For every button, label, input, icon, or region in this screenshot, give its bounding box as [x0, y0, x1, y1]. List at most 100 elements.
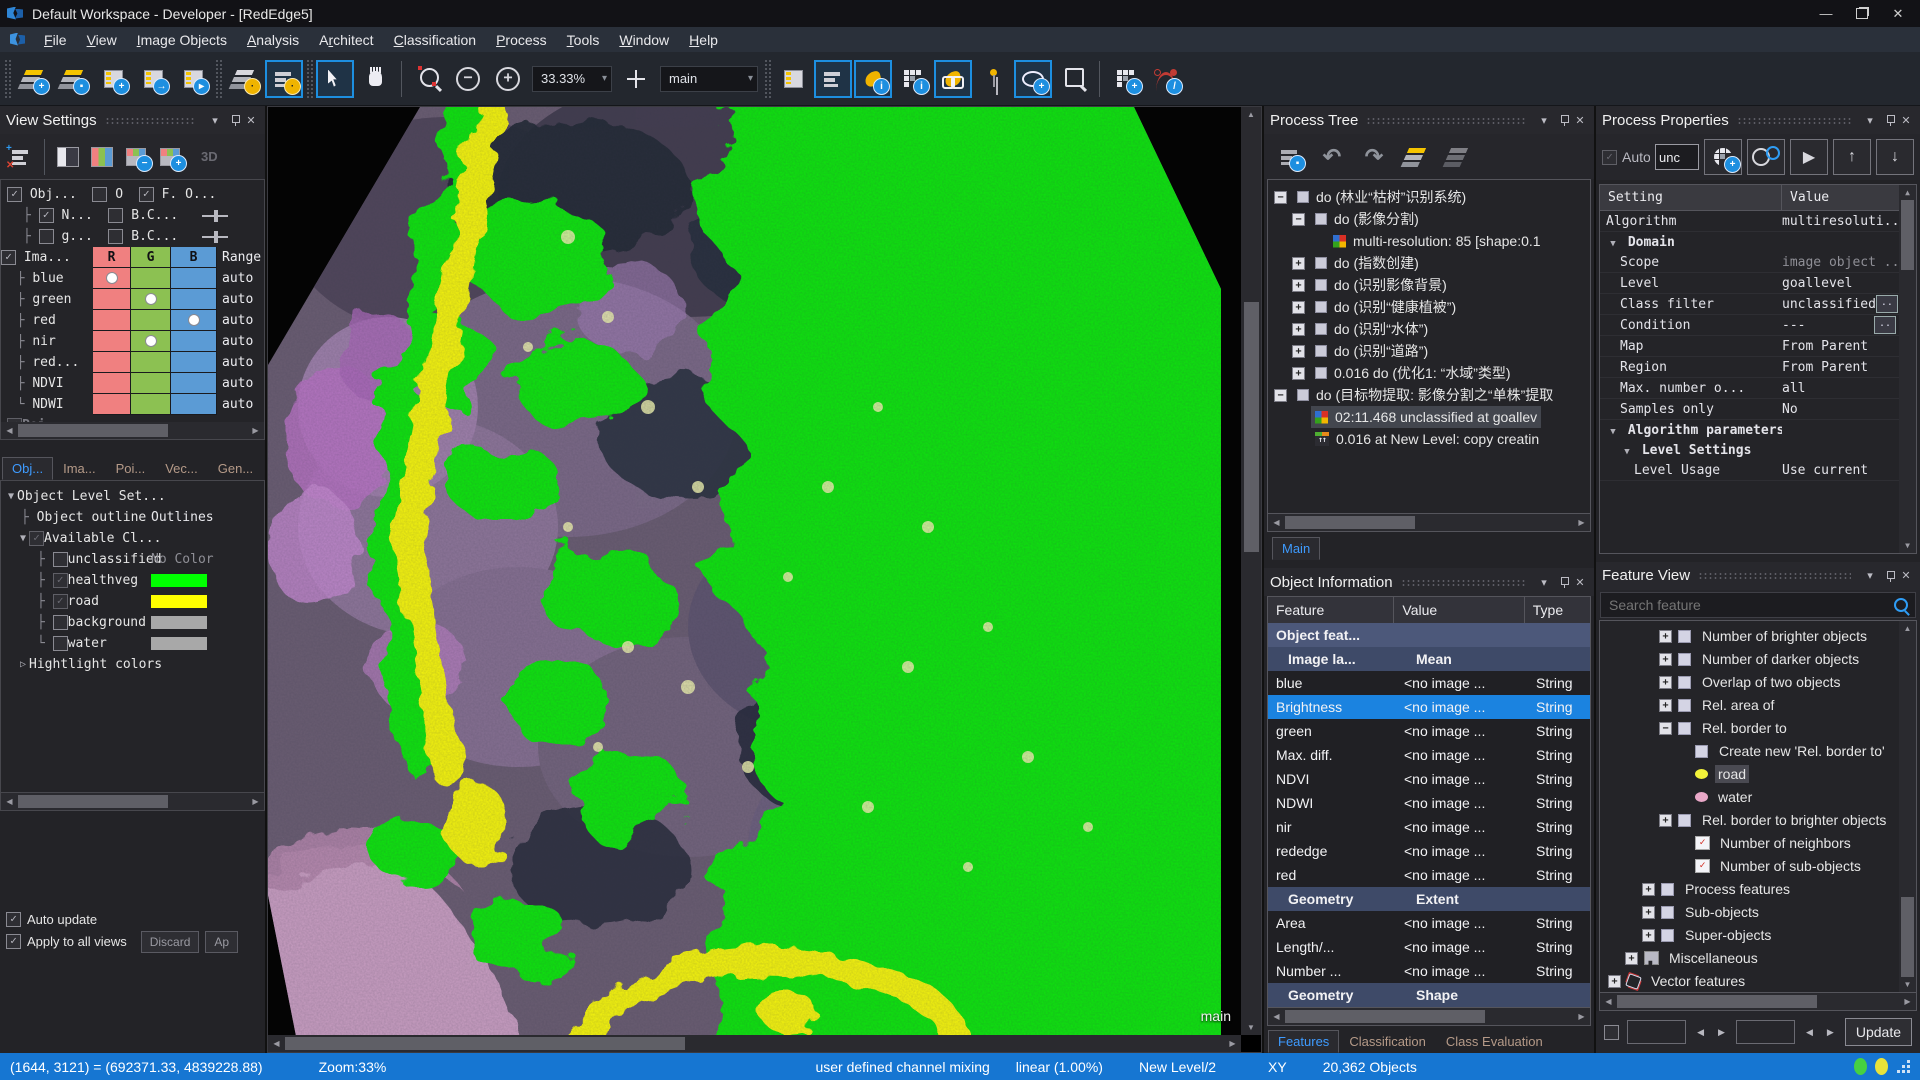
prev-up-icon[interactable]: ↑ [1833, 139, 1871, 175]
restore-icon[interactable] [1844, 3, 1880, 25]
setting-row-scope[interactable]: Scopeimage object ... [1600, 252, 1916, 273]
expand-plus-icon[interactable]: + [1292, 301, 1305, 314]
table-row-length[interactable]: Length/...<no image ...String [1268, 935, 1590, 959]
close-icon[interactable]: ✕ [243, 114, 259, 127]
tab-obj[interactable]: Obj... [2, 457, 53, 480]
expand-plus-icon[interactable]: + [1292, 279, 1305, 292]
feature-table-info-icon[interactable]: i [894, 60, 932, 98]
ellipsis-button[interactable]: .. [1876, 295, 1898, 313]
zoom-out-icon[interactable]: − [449, 60, 487, 98]
channel-cell-B[interactable] [171, 373, 217, 394]
tab-gen[interactable]: Gen... [208, 457, 263, 480]
process-name-input[interactable] [1655, 144, 1699, 170]
process-tree-row[interactable]: ↑↑0.016 at New Level: copy creatin [1268, 428, 1590, 450]
process-tree-row[interactable]: +do (识别“道路”) [1268, 340, 1590, 362]
process-snippets-icon[interactable] [1400, 141, 1432, 173]
auto-name-checkbox[interactable] [1602, 150, 1617, 165]
close-icon[interactable]: ✕ [1572, 576, 1588, 589]
scroll-left-icon[interactable]: ◀ [1600, 993, 1617, 1010]
tab-ima[interactable]: Ima... [53, 457, 106, 480]
checkbox-b-c[interactable] [108, 208, 123, 223]
checkbox-unclassified[interactable] [53, 552, 68, 567]
minimize-icon[interactable]: — [1808, 3, 1844, 25]
scroll-thumb[interactable] [1901, 200, 1914, 270]
table-row-area[interactable]: Area<no image ...String [1268, 911, 1590, 935]
scroll-left-icon[interactable]: ◀ [1, 793, 18, 810]
expand-plus-icon[interactable]: + [1292, 323, 1305, 336]
channel-cell-G[interactable] [131, 289, 171, 310]
image-object-information-icon[interactable]: i [854, 60, 892, 98]
layer-range-value[interactable]: auto [217, 271, 253, 286]
scroll-left-icon[interactable]: ◀ [268, 1035, 285, 1052]
next-down-icon[interactable]: ↓ [1876, 139, 1914, 175]
apply-button[interactable]: Ap [205, 931, 238, 953]
tab-poi[interactable]: Poi... [106, 457, 156, 480]
table-row-max-diff[interactable]: Max. diff.<no image ...String [1268, 743, 1590, 767]
table-row-ndvi[interactable]: NDVI<no image ...String [1268, 767, 1590, 791]
chevron-down-icon[interactable]: ▾ [594, 73, 607, 84]
process-tree-row[interactable]: −do (林业“枯树”识别系统) [1268, 186, 1590, 208]
column-header-feature[interactable]: Feature [1268, 597, 1394, 623]
open-project-icon[interactable]: ▸ [174, 60, 212, 98]
show-classification-icon[interactable] [934, 60, 972, 98]
channel-cell-G[interactable] [131, 373, 171, 394]
feature-row-rel-border-to[interactable]: −Rel. border to [1600, 717, 1916, 740]
chevron-down-icon[interactable]: ▾ [740, 73, 753, 84]
menu-item-tools[interactable]: Tools [557, 29, 610, 51]
layer-range-value[interactable]: auto [217, 313, 253, 328]
save-process-icon[interactable]: ▪ [1274, 141, 1306, 173]
algorithm-gear-plus-icon[interactable]: + [1704, 139, 1742, 175]
add-pane-icon[interactable]: + [153, 141, 187, 173]
chevron-down-icon[interactable]: ▾ [1862, 114, 1878, 127]
table-row-brightness[interactable]: Brightness<no image ...String [1268, 695, 1590, 719]
table-row-number[interactable]: Number ...<no image ...String [1268, 959, 1590, 983]
expand-plus-icon[interactable]: + [1659, 814, 1672, 827]
zoom-pane-icon[interactable] [1054, 60, 1092, 98]
apply-all-views-checkbox[interactable] [6, 934, 21, 949]
feature-row-create-new-rel-border-to[interactable]: Create new 'Rel. border to' [1600, 740, 1916, 763]
table-row-geometry[interactable]: GeometryShape [1268, 983, 1590, 1007]
navigate-icon[interactable] [617, 60, 655, 98]
pin-icon[interactable] [1559, 115, 1569, 125]
tab-classification[interactable]: Classification [1339, 1030, 1436, 1053]
channel-cell-G[interactable] [131, 331, 171, 352]
scroll-thumb[interactable] [1285, 516, 1415, 529]
setting-row-algorithm-parameters[interactable]: ▼ Algorithm parameters [1600, 420, 1916, 440]
feature-row-number-of-brighter-objects[interactable]: +Number of brighter objects [1600, 625, 1916, 648]
channel-cell-G[interactable] [131, 394, 171, 415]
process-tree-row[interactable]: multi-resolution: 85 [shape:0.1 [1268, 230, 1590, 252]
scroll-thumb[interactable] [1285, 1010, 1485, 1023]
scroll-right-icon[interactable]: ▶ [247, 793, 264, 810]
layer-range-value[interactable]: auto [217, 397, 253, 412]
column-header-setting[interactable]: Setting [1600, 185, 1782, 210]
new-project-icon[interactable]: + [14, 60, 52, 98]
scroll-down-icon[interactable]: ▼ [1904, 977, 1912, 992]
chevron-down-icon[interactable]: ▾ [207, 114, 223, 127]
close-icon[interactable]: ✕ [1898, 569, 1914, 582]
close-icon[interactable]: ✕ [1880, 3, 1916, 25]
table-row-red[interactable]: red<no image ...String [1268, 863, 1590, 887]
column-header-value[interactable]: Value [1782, 185, 1907, 210]
select-cursor-icon[interactable] [316, 60, 354, 98]
checkbox-n[interactable] [39, 208, 54, 223]
scroll-thumb[interactable] [1617, 995, 1817, 1008]
feature-row-miscellaneous[interactable]: +Miscellaneous [1600, 947, 1916, 970]
channel-cell-R[interactable] [93, 394, 131, 415]
save-project-icon[interactable]: ▪ [54, 60, 92, 98]
setting-row-condition[interactable]: Condition---.. [1600, 315, 1916, 336]
scroll-right-icon[interactable]: ▶ [1899, 993, 1916, 1010]
expand-plus-icon[interactable]: + [1608, 975, 1621, 988]
class-color-swatch[interactable] [151, 637, 207, 650]
setting-row-level-settings[interactable]: ▼ Level Settings [1600, 440, 1916, 460]
feature-row-vector-features[interactable]: +Vector features [1600, 970, 1916, 993]
checkbox-road[interactable] [53, 594, 68, 609]
opacity-slider[interactable] [202, 209, 228, 223]
class-row-water[interactable]: └ water [1, 633, 264, 654]
single-pane-icon[interactable] [774, 60, 812, 98]
process-tree-row[interactable]: +do (识别“水体”) [1268, 318, 1590, 340]
feature-row-water[interactable]: water [1600, 786, 1916, 809]
channel-cell-R[interactable] [93, 289, 131, 310]
setting-row-class-filter[interactable]: Class filterunclassified.. [1600, 294, 1916, 315]
class-color-swatch[interactable] [151, 574, 207, 587]
edit-layer-mixing-icon[interactable]: +✕ [4, 141, 38, 173]
